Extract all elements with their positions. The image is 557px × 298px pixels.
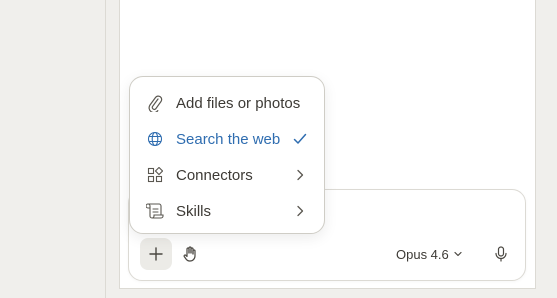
menu-item-connectors[interactable]: Connectors: [130, 159, 324, 191]
attachment-menu: Add files or photos Search the web Conne…: [129, 76, 325, 234]
checkmark-icon: [292, 131, 308, 147]
left-sidebar: [0, 0, 106, 298]
globe-icon: [146, 130, 164, 148]
microphone-icon: [495, 246, 507, 262]
hand-button[interactable]: [178, 240, 202, 268]
menu-item-skills[interactable]: Skills: [130, 195, 324, 227]
hand-icon: [183, 246, 197, 262]
add-button[interactable]: [140, 238, 172, 270]
microphone-button[interactable]: [491, 243, 511, 265]
menu-item-label: Connectors: [176, 166, 253, 184]
menu-item-label: Search the web: [176, 130, 281, 148]
scroll-icon: [146, 202, 164, 220]
chevron-right-icon: [292, 203, 308, 219]
connectors-icon: [146, 166, 164, 184]
chevron-right-icon: [292, 167, 308, 183]
model-selector[interactable]: Opus 4.6: [396, 243, 463, 265]
paperclip-icon: [146, 94, 164, 112]
menu-item-label: Add files or photos: [176, 94, 301, 112]
plus-icon: [149, 247, 163, 261]
model-label: Opus 4.6: [396, 246, 449, 262]
chevron-down-icon: [453, 249, 463, 259]
menu-item-label: Skills: [176, 202, 212, 220]
menu-item-add-files[interactable]: Add files or photos: [130, 87, 324, 119]
menu-item-search-web[interactable]: Search the web: [130, 123, 324, 155]
